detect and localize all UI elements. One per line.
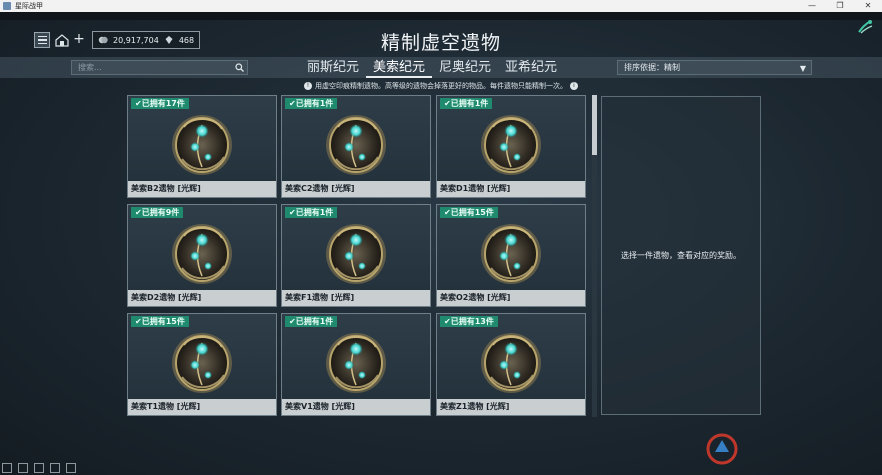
reward-message: 选择一件遗物，查看对应的奖励。 <box>621 251 741 260</box>
era-tabs: 丽斯纪元 美索纪元 尼奥纪元 亚希纪元 <box>300 58 564 78</box>
relic-card[interactable]: ✔已拥有17件 美索B2遗物 [光辉] <box>127 95 277 198</box>
relic-image <box>166 214 238 288</box>
relic-image <box>475 105 547 179</box>
relic-image <box>320 323 392 397</box>
tab-lith[interactable]: 丽斯纪元 <box>300 58 366 78</box>
search-icon[interactable] <box>235 63 244 72</box>
relic-card[interactable]: ✔已拥有1件 <box>281 313 431 416</box>
relic-card[interactable]: ✔已拥有15件 <box>436 204 586 307</box>
window-titlebar: 星际战甲 — ❐ ✕ <box>0 0 882 12</box>
chevron-down-icon: ▼ <box>799 64 806 73</box>
relic-image <box>166 323 238 397</box>
info-text: 用虚空印痕精制遗物。高等级的遗物会掉落更好的物品。每件遗物只能精制一次。 <box>315 82 567 90</box>
profile-icon[interactable] <box>50 462 60 473</box>
sort-label: 排序依据：精制 <box>624 63 680 72</box>
tab-axi[interactable]: 亚希纪元 <box>498 58 564 78</box>
minimize-button[interactable]: — <box>798 0 826 12</box>
relic-card[interactable]: ✔已拥有1件 <box>281 95 431 198</box>
relic-card[interactable]: ✔已拥有13件 美索Z1遗物 [光辉] <box>436 313 586 416</box>
relic-card[interactable]: ✔已拥有9件 美索D2遗物 [光辉] <box>127 204 277 307</box>
scrollbar-thumb[interactable] <box>592 95 597 155</box>
tab-meso[interactable]: 美索纪元 <box>366 58 433 78</box>
tab-neo[interactable]: 尼奥纪元 <box>432 58 498 78</box>
reward-panel: 选择一件遗物，查看对应的奖励。 <box>601 96 761 415</box>
maximize-button[interactable]: ❐ <box>826 0 854 12</box>
relic-image <box>320 214 392 288</box>
relic-name: 美索D2遗物 [光辉] <box>128 290 276 306</box>
relic-card[interactable]: ✔已拥有1件 <box>281 204 431 307</box>
relic-name: 美索T1遗物 [光辉] <box>128 399 276 415</box>
help-icon[interactable]: i <box>570 82 578 90</box>
page-title: 精制虚空遗物 <box>380 32 501 54</box>
relic-image <box>475 323 547 397</box>
watermark-logo <box>705 432 739 466</box>
relic-card[interactable]: ✔已拥有1件 <box>436 95 586 198</box>
settings-icon[interactable] <box>34 462 44 473</box>
search-input[interactable]: 搜索... <box>71 60 248 75</box>
window-edge <box>0 12 882 20</box>
lotus-icon[interactable] <box>856 18 874 36</box>
relic-name: 美索F1遗物 [光辉] <box>282 290 430 306</box>
shield-icon[interactable] <box>18 462 28 473</box>
info-icon: ! <box>304 82 312 90</box>
relic-image <box>166 105 238 179</box>
relic-name: 美索V1遗物 [光辉] <box>282 399 430 415</box>
watermark-emblem <box>706 433 738 465</box>
info-line: ! 用虚空印痕精制遗物。高等级的遗物会掉落更好的物品。每件遗物只能精制一次。 i <box>0 81 882 91</box>
relic-name: 美索O2遗物 [光辉] <box>437 290 585 306</box>
relic-name: 美索B2遗物 [光辉] <box>128 181 276 197</box>
relic-card[interactable]: ✔已拥有15件 <box>127 313 277 416</box>
window-controls: — ❐ ✕ <box>798 0 882 12</box>
exit-icon[interactable] <box>66 462 76 473</box>
window-title: 星际战甲 <box>15 2 43 10</box>
relic-name: 美索C2遗物 [光辉] <box>282 181 430 197</box>
sort-dropdown[interactable]: 排序依据：精制 ▼ <box>617 60 812 75</box>
relic-name: 美索Z1遗物 [光辉] <box>437 399 585 415</box>
chat-icon[interactable] <box>2 462 12 473</box>
relic-image <box>475 214 547 288</box>
relic-name: 美索D1遗物 [光辉] <box>437 181 585 197</box>
relic-image <box>320 105 392 179</box>
close-button[interactable]: ✕ <box>854 0 882 12</box>
bottom-bar <box>0 460 120 475</box>
app-icon <box>3 2 11 10</box>
